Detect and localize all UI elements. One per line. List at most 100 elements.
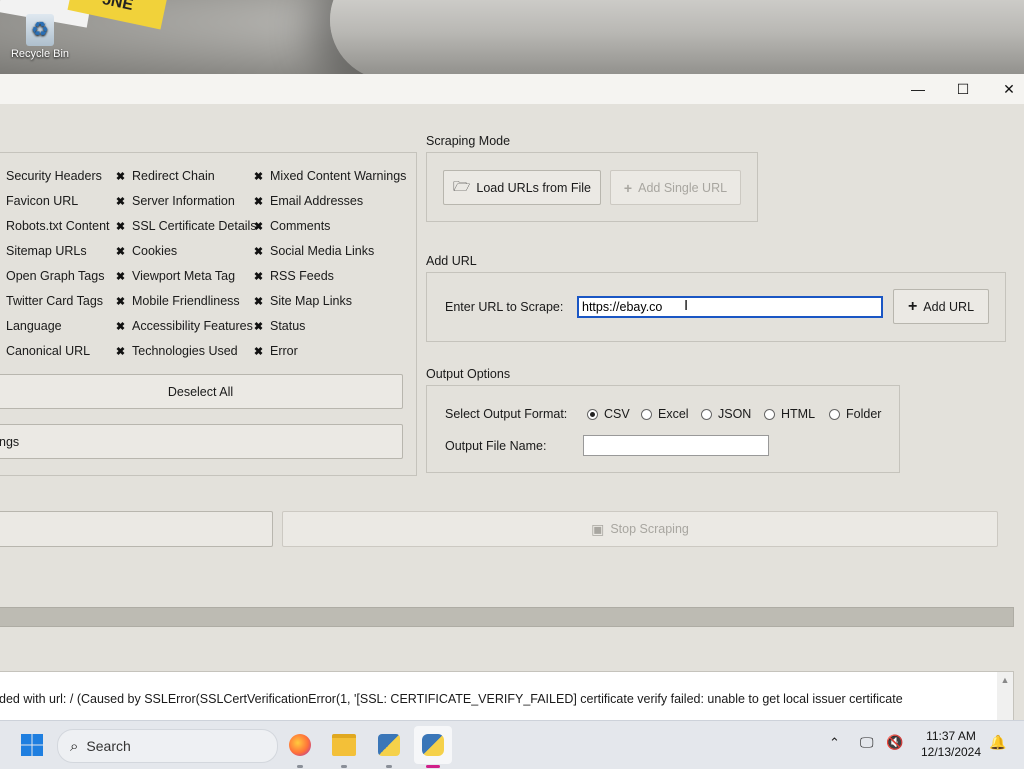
checkbox-checked-icon[interactable]: ✖ — [253, 246, 264, 258]
checkbox-checked-icon[interactable]: ✖ — [115, 271, 126, 283]
clock-time: 11:37 AM — [926, 729, 976, 743]
log-textarea[interactable]: ded with url: / (Caused by SSLError(SSLC… — [0, 671, 1014, 720]
field-checkbox-label: Mixed Content Warnings — [270, 169, 407, 183]
field-checkbox-item[interactable]: ✖ Site Map Links — [253, 292, 352, 310]
radio-csv[interactable]: CSV — [587, 407, 630, 421]
start-scraping-button-partial[interactable] — [0, 511, 273, 547]
field-checkbox-item[interactable]: ✖ Comments — [253, 217, 331, 235]
taskbar-search-box[interactable]: ⌕ Search — [57, 729, 278, 763]
field-checkbox-label: Security Headers — [6, 169, 102, 183]
field-checkbox-label: Canonical URL — [6, 344, 91, 358]
field-checkbox-item[interactable]: Security Headers — [6, 167, 102, 185]
radio-html[interactable]: HTML — [764, 407, 815, 421]
field-checkbox-item[interactable]: Robots.txt Content — [6, 217, 110, 235]
load-urls-from-file-button[interactable]: 🗁 Load URLs from File — [443, 170, 601, 205]
scraping-mode-title: Scraping Mode — [426, 134, 511, 148]
field-checkbox-item[interactable]: ✖ Status — [253, 317, 306, 335]
network-icon[interactable]: 🖵 — [860, 734, 874, 751]
checkbox-checked-icon[interactable]: ✖ — [253, 271, 264, 283]
field-checkbox-item[interactable]: ✖ Redirect Chain — [115, 167, 215, 185]
radio-folder[interactable]: Folder — [829, 407, 881, 421]
field-checkbox-item[interactable]: ✖ Technologies Used — [115, 342, 238, 360]
window-titlebar[interactable]: — ☐ ✕ — [0, 74, 1024, 104]
checkbox-checked-icon[interactable]: ✖ — [115, 296, 126, 308]
recycle-bin-shortcut[interactable]: ♻ Recycle Bin — [6, 14, 74, 60]
field-checkbox-item[interactable]: ✖ Social Media Links — [253, 242, 374, 260]
radio-label: Folder — [846, 407, 882, 421]
close-button[interactable]: ✕ — [986, 74, 1024, 104]
checkbox-checked-icon[interactable]: ✖ — [253, 296, 264, 308]
start-button[interactable] — [16, 729, 48, 761]
field-checkbox-label: Mobile Friendliness — [132, 294, 240, 308]
field-checkbox-item[interactable]: ✖ Mixed Content Warnings — [253, 167, 407, 185]
field-checkbox-item[interactable]: ✖ Server Information — [115, 192, 235, 210]
maximize-button[interactable]: ☐ — [940, 74, 986, 104]
plus-icon: + — [623, 179, 633, 196]
radio-json[interactable]: JSON — [701, 407, 751, 421]
checkbox-checked-icon[interactable]: ✖ — [115, 221, 126, 233]
checkbox-checked-icon[interactable]: ✖ — [115, 321, 126, 333]
field-checkbox-item[interactable]: ✖ Email Addresses — [253, 192, 363, 210]
field-checkbox-label: Cookies — [132, 244, 178, 258]
field-checkbox-item[interactable]: ✖ SSL Certificate Details — [115, 217, 257, 235]
taskbar-clock[interactable]: 11:37 AM 12/13/2024 — [912, 728, 990, 760]
field-checkbox-item[interactable]: Language — [6, 317, 62, 335]
field-checkbox-item[interactable]: ✖ Mobile Friendliness — [115, 292, 240, 310]
deselect-all-button[interactable]: Deselect All — [0, 374, 403, 409]
url-input[interactable] — [577, 296, 883, 318]
checkbox-checked-icon[interactable]: ✖ — [253, 221, 264, 233]
checkbox-checked-icon[interactable]: ✖ — [253, 321, 264, 333]
stop-icon: ▣ — [591, 520, 605, 537]
volume-muted-icon[interactable]: 🔇 — [886, 734, 903, 751]
add-url-button-label: Add URL — [923, 299, 975, 314]
file-explorer-icon[interactable] — [328, 729, 360, 761]
checkbox-checked-icon[interactable]: ✖ — [115, 346, 126, 358]
field-checkbox-item[interactable]: ✖ Cookies — [115, 242, 177, 260]
add-url-button[interactable]: + Add URL — [893, 289, 989, 324]
plus-icon: + — [907, 297, 918, 315]
radio-indicator — [641, 408, 652, 420]
field-checkbox-label: Error — [270, 344, 298, 358]
output-format-label: Select Output Format: — [445, 407, 568, 421]
field-checkbox-label: Twitter Card Tags — [6, 294, 104, 308]
output-file-name-input[interactable] — [583, 435, 769, 456]
checkbox-checked-icon[interactable]: ✖ — [253, 196, 264, 208]
field-checkbox-item[interactable]: Canonical URL — [6, 342, 90, 360]
radio-excel[interactable]: Excel — [641, 407, 689, 421]
minimize-button[interactable]: — — [895, 74, 941, 104]
windows-logo-icon — [21, 734, 43, 756]
settings-button-partial[interactable]: ngs — [0, 424, 403, 459]
load-urls-button-label: Load URLs from File — [476, 180, 591, 195]
log-scrollbar[interactable]: ▲ — [997, 672, 1013, 720]
field-checkbox-label: Accessibility Features — [132, 319, 253, 333]
add-url-title: Add URL — [426, 254, 477, 268]
python-idle-icon[interactable] — [373, 729, 405, 761]
add-single-url-button-label: Add Single URL — [638, 180, 728, 195]
checkbox-checked-icon[interactable]: ✖ — [253, 171, 264, 183]
output-options-title: Output Options — [426, 367, 511, 381]
recycle-bin-label: Recycle Bin — [10, 48, 70, 60]
firefox-icon[interactable] — [284, 729, 316, 761]
field-checkbox-item[interactable]: Twitter Card Tags — [6, 292, 103, 310]
app-window: — ☐ ✕ Security Headers Favicon URL Robots.… — [0, 74, 1024, 720]
checkbox-checked-icon[interactable]: ✖ — [115, 171, 126, 183]
radio-indicator — [701, 408, 712, 420]
stop-scraping-button[interactable]: ▣ Stop Scraping — [282, 511, 998, 547]
add-single-url-button[interactable]: + Add Single URL — [610, 170, 741, 205]
field-checkbox-item[interactable]: ✖ Accessibility Features — [115, 317, 253, 335]
field-checkbox-item[interactable]: Favicon URL — [6, 192, 78, 210]
bell-icon[interactable]: 🔔 — [989, 734, 1006, 751]
scroll-up-icon[interactable]: ▲ — [997, 672, 1013, 685]
field-checkbox-item[interactable]: Open Graph Tags — [6, 267, 104, 285]
field-checkbox-item[interactable]: Sitemap URLs — [6, 242, 87, 260]
checkbox-checked-icon[interactable]: ✖ — [115, 246, 126, 258]
checkbox-checked-icon[interactable]: ✖ — [115, 196, 126, 208]
checkbox-checked-icon[interactable]: ✖ — [253, 346, 264, 358]
search-icon: ⌕ — [70, 737, 79, 755]
field-checkbox-item[interactable]: ✖ Error — [253, 342, 298, 360]
field-checkbox-label: Status — [270, 319, 306, 333]
field-checkbox-item[interactable]: ✖ Viewport Meta Tag — [115, 267, 235, 285]
python-app-icon[interactable] — [414, 726, 452, 764]
chevron-up-icon[interactable]: ⌃ — [829, 735, 840, 751]
field-checkbox-item[interactable]: ✖ RSS Feeds — [253, 267, 334, 285]
